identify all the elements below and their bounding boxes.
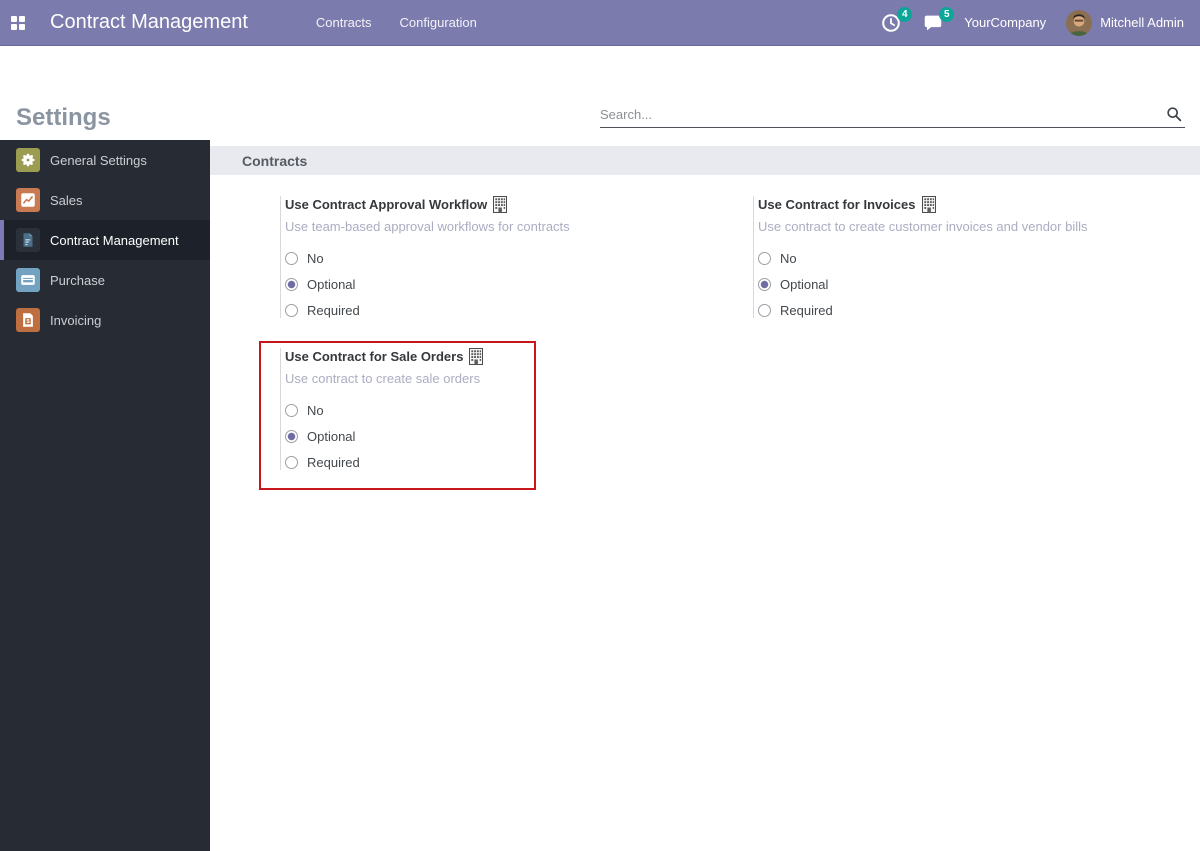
sidebar-item-invoicing[interactable]: $ Invoicing [0, 300, 210, 340]
radio-label: Required [307, 303, 360, 318]
menu-contracts[interactable]: Contracts [306, 9, 382, 36]
active-indicator [0, 220, 4, 260]
gear-icon [16, 148, 40, 172]
setting-contract-invoices: Use Contract for Invoices Use contract t… [753, 196, 1183, 318]
search-input[interactable] [600, 102, 1185, 127]
radio-option-required[interactable]: Required [285, 303, 710, 318]
sidebar-item-label: Invoicing [50, 313, 101, 328]
user-menu[interactable]: Mitchell Admin [1066, 10, 1184, 36]
radio-button[interactable] [758, 278, 771, 291]
apps-grid-icon [11, 16, 25, 30]
radio-label: Optional [780, 277, 828, 292]
radio-group-contract-sale-orders: No Optional Required [285, 403, 528, 470]
radio-label: Optional [307, 277, 355, 292]
setting-title: Use Contract Approval Workflow [285, 197, 487, 212]
activities-button[interactable]: 4 [880, 12, 902, 34]
messages-badge: 5 [939, 7, 954, 22]
radio-group-contract-invoices: No Optional Required [758, 251, 1183, 318]
contract-document-icon [16, 228, 40, 252]
enterprise-building-icon [469, 348, 483, 365]
messages-button[interactable]: 5 [922, 12, 944, 34]
radio-button[interactable] [758, 252, 771, 265]
setting-title: Use Contract for Invoices [758, 197, 916, 212]
sidebar-item-label: General Settings [50, 153, 147, 168]
control-panel: Settings Save Discard [0, 46, 1200, 140]
section-title: Contracts [242, 153, 307, 169]
enterprise-building-icon [493, 196, 507, 213]
radio-label: Required [780, 303, 833, 318]
sidebar-item-label: Sales [50, 193, 83, 208]
radio-label: No [780, 251, 797, 266]
radio-label: Required [307, 455, 360, 470]
radio-label: No [307, 251, 324, 266]
radio-option-optional[interactable]: Optional [285, 277, 710, 292]
credit-card-icon [16, 268, 40, 292]
top-navbar: Contract Management Contracts Configurat… [0, 0, 1200, 46]
invoice-dollar-icon: $ [16, 308, 40, 332]
sidebar-item-sales[interactable]: Sales [0, 180, 210, 220]
radio-button[interactable] [285, 278, 298, 291]
radio-button[interactable] [285, 252, 298, 265]
search-icon[interactable] [1165, 105, 1183, 123]
setting-contract-sale-orders: Use Contract for Sale Orders Use contrac… [280, 348, 528, 470]
menu-configuration[interactable]: Configuration [390, 9, 487, 36]
settings-sidebar: General Settings Sales [0, 140, 210, 851]
section-header-contracts: Contracts [210, 146, 1200, 175]
user-name: Mitchell Admin [1100, 15, 1184, 30]
enterprise-building-icon [922, 196, 936, 213]
setting-description: Use contract to create customer invoices… [758, 219, 1183, 234]
sidebar-item-purchase[interactable]: Purchase [0, 260, 210, 300]
radio-button[interactable] [758, 304, 771, 317]
apps-menu-button[interactable] [0, 0, 36, 46]
app-title: Contract Management [50, 11, 248, 34]
radio-option-optional[interactable]: Optional [758, 277, 1183, 292]
top-menus: Contracts Configuration [306, 9, 487, 36]
user-avatar [1066, 10, 1092, 36]
sidebar-item-label: Purchase [50, 273, 105, 288]
setting-description: Use team-based approval workflows for co… [285, 219, 710, 234]
radio-label: No [307, 403, 324, 418]
settings-content: Contracts Use Contract Approval Workflow [210, 140, 1200, 851]
radio-option-optional[interactable]: Optional [285, 429, 528, 444]
sales-chart-icon [16, 188, 40, 212]
sidebar-item-contract-management[interactable]: Contract Management [0, 220, 210, 260]
radio-option-required[interactable]: Required [285, 455, 528, 470]
radio-button[interactable] [285, 430, 298, 443]
radio-option-required[interactable]: Required [758, 303, 1183, 318]
radio-group-approval-workflow: No Optional Required [285, 251, 710, 318]
sidebar-item-label: Contract Management [50, 233, 179, 248]
radio-label: Optional [307, 429, 355, 444]
highlight-box: Use Contract for Sale Orders Use contrac… [259, 341, 536, 490]
sidebar-item-general-settings[interactable]: General Settings [0, 140, 210, 180]
setting-title: Use Contract for Sale Orders [285, 349, 463, 364]
activities-badge: 4 [897, 7, 912, 22]
radio-option-no[interactable]: No [758, 251, 1183, 266]
radio-option-no[interactable]: No [285, 251, 710, 266]
radio-option-no[interactable]: No [285, 403, 528, 418]
setting-approval-workflow: Use Contract Approval Workflow Use team-… [280, 196, 710, 318]
topbar-right: 4 5 YourCompany [880, 10, 1200, 36]
radio-button[interactable] [285, 456, 298, 469]
radio-button[interactable] [285, 404, 298, 417]
radio-button[interactable] [285, 304, 298, 317]
page-title: Settings [16, 104, 111, 132]
company-switcher[interactable]: YourCompany [964, 15, 1046, 30]
settings-page: Contract Management Contracts Configurat… [0, 0, 1200, 851]
search-box [600, 102, 1185, 128]
setting-description: Use contract to create sale orders [285, 371, 528, 386]
